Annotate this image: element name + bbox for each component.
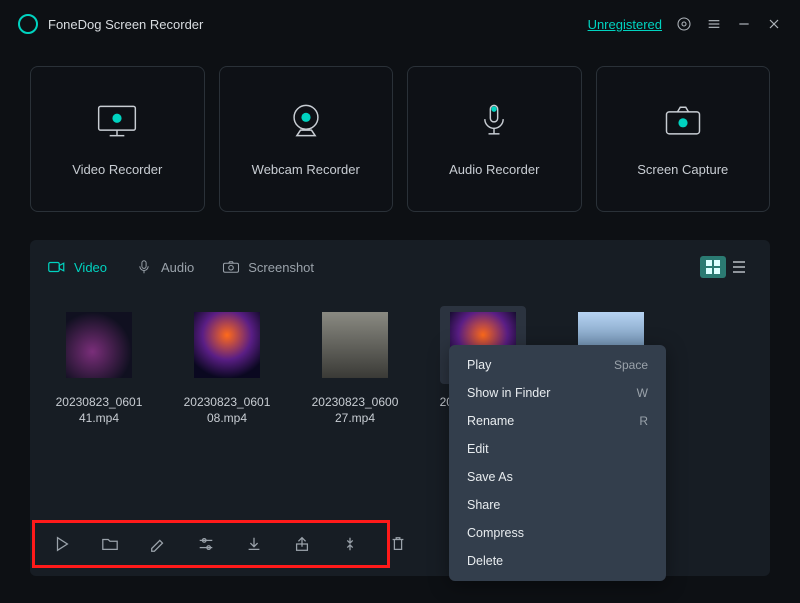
tab-label: Audio	[161, 260, 194, 275]
ctx-label: Compress	[467, 526, 524, 540]
ctx-label: Rename	[467, 414, 514, 428]
play-icon[interactable]	[53, 535, 71, 553]
file-context-menu: Play Space Show in Finder W Rename R Edi…	[449, 345, 666, 581]
app-logo-icon	[18, 14, 38, 34]
mode-cards-row: Video Recorder Webcam Recorder Audio Rec…	[0, 48, 800, 212]
file-item[interactable]: 20230823_060108.mp4	[182, 306, 272, 426]
microphone-icon	[472, 102, 516, 140]
ctx-share[interactable]: Share	[449, 491, 666, 519]
compress-icon[interactable]	[341, 535, 359, 553]
file-action-bar	[32, 520, 390, 568]
mode-label: Screen Capture	[637, 162, 728, 177]
ctx-shortcut: R	[639, 414, 648, 428]
file-thumbnail	[322, 312, 388, 378]
file-item[interactable]: 20230823_060141.mp4	[54, 306, 144, 426]
webcam-icon	[284, 102, 328, 140]
file-thumbnail	[66, 312, 132, 378]
titlebar-left: FoneDog Screen Recorder	[18, 14, 203, 34]
tab-screenshot[interactable]: Screenshot	[222, 260, 314, 275]
ctx-label: Edit	[467, 442, 489, 456]
monitor-record-icon	[95, 102, 139, 140]
ctx-label: Share	[467, 498, 500, 512]
ctx-label: Play	[467, 358, 491, 372]
settings-gear-icon[interactable]	[676, 16, 692, 32]
ctx-save-as[interactable]: Save As	[449, 463, 666, 491]
file-thumbnail	[194, 312, 260, 378]
ctx-label: Delete	[467, 554, 503, 568]
file-name: 20230823_060141.mp4	[44, 394, 154, 426]
tab-label: Screenshot	[248, 260, 314, 275]
ctx-rename[interactable]: Rename R	[449, 407, 666, 435]
file-name: 20230823_060027.mp4	[300, 394, 410, 426]
list-view-button[interactable]	[726, 256, 752, 278]
mode-screen-capture[interactable]: Screen Capture	[596, 66, 771, 212]
close-icon[interactable]	[766, 16, 782, 32]
app-title: FoneDog Screen Recorder	[48, 17, 203, 32]
ctx-compress[interactable]: Compress	[449, 519, 666, 547]
ctx-edit[interactable]: Edit	[449, 435, 666, 463]
file-item[interactable]: 20230823_060027.mp4	[310, 306, 400, 426]
panel-tabs: Video Audio Screenshot	[48, 260, 314, 275]
tab-audio[interactable]: Audio	[135, 260, 194, 275]
camera-icon	[661, 102, 705, 140]
ctx-play[interactable]: Play Space	[449, 351, 666, 379]
mode-label: Audio Recorder	[449, 162, 539, 177]
ctx-delete[interactable]: Delete	[449, 547, 666, 575]
share-icon[interactable]	[293, 535, 311, 553]
titlebar: FoneDog Screen Recorder Unregistered	[0, 0, 800, 48]
mode-label: Webcam Recorder	[252, 162, 360, 177]
trash-icon[interactable]	[389, 535, 407, 553]
ctx-shortcut: Space	[614, 358, 648, 372]
ctx-label: Show in Finder	[467, 386, 550, 400]
file-name: 20230823_060108.mp4	[172, 394, 282, 426]
download-icon[interactable]	[245, 535, 263, 553]
sliders-icon[interactable]	[197, 535, 215, 553]
ctx-show-in-finder[interactable]: Show in Finder W	[449, 379, 666, 407]
mode-label: Video Recorder	[72, 162, 162, 177]
panel-tabs-row: Video Audio Screenshot	[48, 256, 752, 278]
mode-audio-recorder[interactable]: Audio Recorder	[407, 66, 582, 212]
grid-view-button[interactable]	[700, 256, 726, 278]
edit-pencil-icon[interactable]	[149, 535, 167, 553]
menu-icon[interactable]	[706, 16, 722, 32]
minimize-icon[interactable]	[736, 16, 752, 32]
tab-video[interactable]: Video	[48, 260, 107, 275]
folder-icon[interactable]	[101, 535, 119, 553]
mode-webcam-recorder[interactable]: Webcam Recorder	[219, 66, 394, 212]
titlebar-right: Unregistered	[588, 16, 782, 32]
tab-label: Video	[74, 260, 107, 275]
ctx-shortcut: W	[637, 386, 648, 400]
mode-video-recorder[interactable]: Video Recorder	[30, 66, 205, 212]
view-toggle	[700, 256, 752, 278]
registration-status-link[interactable]: Unregistered	[588, 17, 662, 32]
ctx-label: Save As	[467, 470, 513, 484]
